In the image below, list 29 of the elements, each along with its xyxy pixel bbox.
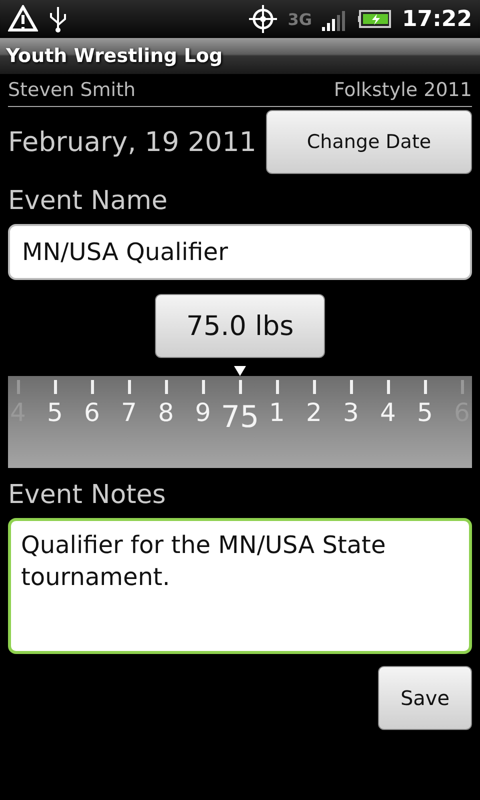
tick-label: 75 xyxy=(220,400,260,435)
event-name-label: Event Name xyxy=(8,186,168,216)
tick-label: 6 xyxy=(84,398,100,427)
tick-label: 3 xyxy=(343,398,359,427)
gps-icon xyxy=(248,4,278,34)
pointer-icon xyxy=(234,366,246,376)
event-name-field[interactable]: MN/USA Qualifier xyxy=(8,224,472,280)
app-title: Youth Wrestling Log xyxy=(6,45,223,67)
change-date-button[interactable]: Change Date xyxy=(266,110,472,174)
tick-label: 5 xyxy=(417,398,433,427)
save-button[interactable]: Save xyxy=(378,666,472,730)
tick-label: 5 xyxy=(47,398,63,427)
tick-label: 4 xyxy=(380,398,396,427)
usb-icon xyxy=(48,5,68,33)
warning-icon xyxy=(8,5,38,33)
weight-button[interactable]: 75.0 lbs xyxy=(155,294,325,358)
tick-label: 1 xyxy=(269,398,285,427)
tick-label: 9 xyxy=(195,398,211,427)
season-label: Folkstyle 2011 xyxy=(334,79,472,101)
tick-label: 7 xyxy=(121,398,137,427)
battery-icon xyxy=(358,9,392,29)
date-text: February, 19 2011 xyxy=(8,126,256,158)
tick-label: 2 xyxy=(306,398,322,427)
event-notes-field[interactable]: Qualifier for the MN/USA State tournament. xyxy=(8,518,472,654)
clock-time: 17:22 xyxy=(402,6,472,32)
event-notes-label: Event Notes xyxy=(8,480,167,510)
tick-label: 8 xyxy=(158,398,174,427)
network-type: 3G xyxy=(288,10,312,28)
wrestler-name: Steven Smith xyxy=(8,79,136,101)
